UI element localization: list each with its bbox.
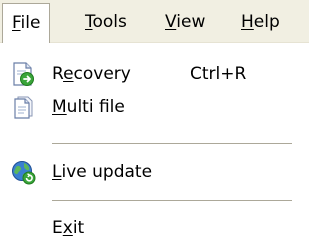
menu-view-mnemonic: V [165,12,177,32]
document-icon [10,94,36,120]
recovery-label-mnemonic: e [63,64,74,84]
menu-item-live-update[interactable]: Live update [0,154,309,190]
menu-item-recovery-label: Recovery [52,56,131,92]
file-dropdown-menu: Recovery Ctrl+R Multi file Live update E… [0,43,309,249]
recovery-label-post: covery [73,64,131,84]
menu-view-label: iew [176,12,206,32]
menu-item-live-update-label: Live update [52,154,152,190]
document-recovery-icon [10,61,36,87]
menu-help[interactable]: Help [241,10,280,34]
menu-tools-mnemonic: T [85,12,93,32]
multi-file-label-mnemonic: M [52,97,67,117]
menu-file-mnemonic: F [12,13,21,33]
menu-separator [52,143,292,145]
menu-help-mnemonic: H [241,12,254,32]
menu-item-exit[interactable]: Exit [0,210,309,246]
globe-update-icon [10,159,36,185]
menu-view[interactable]: View [165,10,205,34]
exit-label-post: it [72,218,85,238]
menu-tools[interactable]: Tools [85,10,127,34]
exit-label-mnemonic: x [62,218,73,238]
menu-item-multi-file-label: Multi file [52,89,125,125]
menu-file[interactable]: File [2,3,51,43]
recovery-label-pre: R [52,64,64,84]
exit-label-pre: E [52,218,63,238]
menu-separator [52,200,292,202]
menu-file-label: ile [20,13,41,33]
multi-file-label-post: ulti file [66,97,125,117]
menu-bar: File Tools View Help [0,0,309,43]
menu-help-label: elp [253,12,280,32]
live-update-label-post: ive update [61,162,153,182]
menu-item-recovery[interactable]: Recovery Ctrl+R [0,56,309,92]
recovery-shortcut: Ctrl+R [190,64,247,84]
menu-item-exit-label: Exit [52,210,84,246]
menu-item-multi-file[interactable]: Multi file [0,89,309,125]
menu-tools-label: ools [92,12,127,32]
